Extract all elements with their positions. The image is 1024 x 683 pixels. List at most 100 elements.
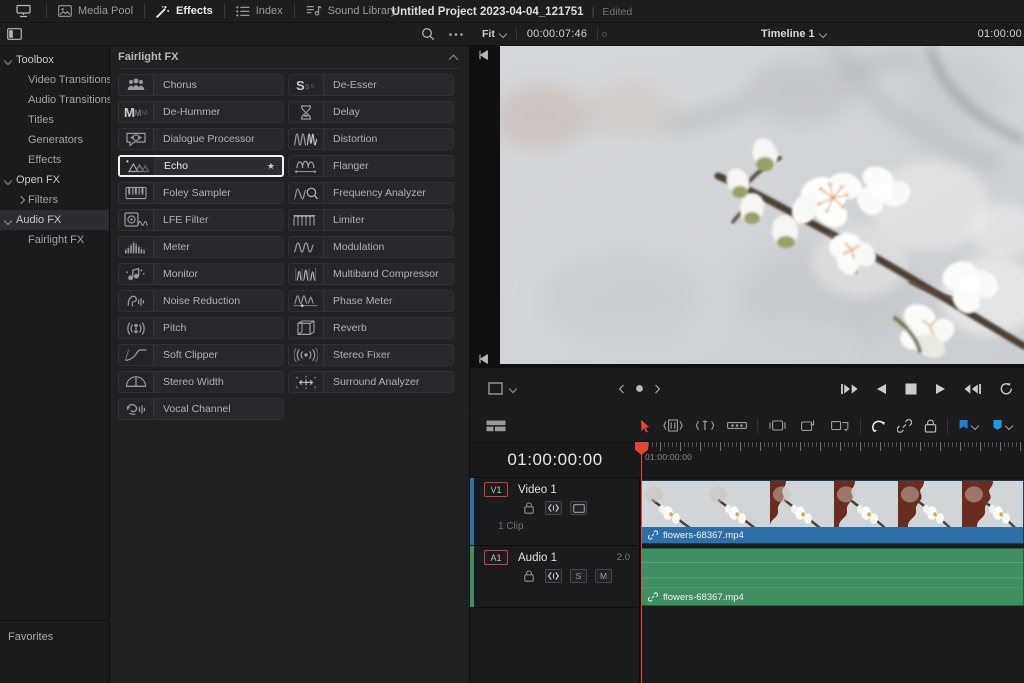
fx-item-flanger[interactable]: Flanger [288, 155, 454, 177]
mark-out-icon[interactable] [478, 354, 490, 364]
track-solo-button[interactable]: S [570, 569, 587, 583]
timeline-view-options-icon[interactable] [470, 420, 506, 432]
track-lock-button[interactable] [520, 569, 537, 583]
lock-icon[interactable] [924, 419, 937, 433]
fx-item-frequency-analyzer[interactable]: Frequency Analyzer [288, 182, 454, 204]
track-badge[interactable]: V1 [484, 482, 508, 497]
track-mute-button[interactable]: M [595, 569, 612, 583]
fx-item-modulation[interactable]: Modulation [288, 236, 454, 258]
chevron-down-icon[interactable] [0, 57, 16, 64]
tab-effects[interactable]: Effects [145, 0, 224, 23]
track-link-button[interactable] [545, 569, 562, 583]
mark-in-icon[interactable] [478, 50, 490, 60]
search-icon[interactable] [414, 23, 442, 46]
fx-item-vocal-channel[interactable]: Vocal Channel [118, 398, 284, 420]
fx-item-monitor[interactable]: Monitor [118, 263, 284, 285]
clip-name-bar[interactable]: flowers-68367.mp4 [642, 527, 1023, 543]
fx-item-noise-reduction[interactable]: Noise Reduction [118, 290, 284, 312]
fx-item-meter[interactable]: Meter [118, 236, 284, 258]
trim-edit-icon[interactable] [663, 419, 683, 432]
sidebar-item-fairlight-fx[interactable]: Fairlight FX [0, 230, 109, 250]
sidebar-item-open-fx[interactable]: Open FX [0, 170, 109, 190]
prev-keyframe-icon[interactable] [618, 384, 625, 394]
favorites-section[interactable]: Favorites [0, 620, 110, 683]
viewer-timecode[interactable]: 00:00:07:46 [517, 28, 597, 40]
fx-item-distortion[interactable]: Distortion [288, 128, 454, 150]
more-options-icon[interactable] [442, 23, 470, 46]
timeline-selector[interactable]: Timeline 1 [611, 28, 977, 40]
projector-icon[interactable] [0, 0, 46, 23]
timeline-clip[interactable]: flowers-68367.mp4 [641, 548, 1024, 606]
playhead[interactable] [635, 442, 648, 683]
fx-item-pitch[interactable]: Pitch [118, 317, 284, 339]
track-video-button[interactable] [570, 501, 587, 515]
fx-item-soft-clipper[interactable]: Soft Clipper [118, 344, 284, 366]
fx-item-dialogue-processor[interactable]: Dialogue Processor [118, 128, 284, 150]
jump-to-start-button[interactable] [841, 383, 858, 395]
link-icon[interactable] [897, 418, 912, 433]
sidebar-item-filters[interactable]: Filters [0, 190, 109, 210]
fx-item-delay[interactable]: Delay [288, 101, 454, 123]
blade-icon[interactable] [727, 420, 747, 431]
flag-button[interactable] [958, 419, 980, 433]
timeline-clip[interactable]: flowers-68367.mp4 [641, 480, 1024, 544]
fx-item-multiband-compressor[interactable]: Multiband Compressor [288, 263, 454, 285]
panel-layout-icon[interactable] [0, 23, 28, 46]
dynamic-trim-icon[interactable] [695, 419, 715, 432]
clip-name-bar[interactable]: flowers-68367.mp4 [642, 589, 1023, 605]
loop-button[interactable] [999, 382, 1014, 396]
fx-item-phase-meter[interactable]: Phase Meter [288, 290, 454, 312]
fx-item-stereo-width[interactable]: Stereo Width [118, 371, 284, 393]
track-name[interactable]: Video 1 [518, 484, 557, 496]
track-link-button[interactable] [545, 501, 562, 515]
zoom-fit-dropdown[interactable]: Fit [470, 28, 516, 40]
tab-index[interactable]: Index [225, 0, 294, 23]
fx-item-chorus[interactable]: Chorus [118, 74, 284, 96]
jump-to-end-button[interactable] [964, 383, 981, 395]
chevron-down-icon[interactable] [972, 422, 980, 430]
chevron-down-icon[interactable] [0, 217, 16, 224]
tab-media-pool[interactable]: Media Pool [47, 0, 144, 23]
sidebar-item-audio-fx[interactable]: Audio FX [0, 210, 109, 230]
timeline-timecode[interactable]: 01:00:00:00 [470, 442, 640, 478]
tab-sound-library[interactable]: Sound Library [295, 0, 408, 23]
favorite-star-icon[interactable]: ★ [267, 161, 275, 172]
chevron-right-icon[interactable] [12, 197, 28, 204]
next-keyframe-icon[interactable] [654, 384, 661, 394]
sidebar-item-effects[interactable]: Effects [0, 150, 109, 170]
magnet-icon[interactable] [871, 419, 885, 433]
chevron-down-icon[interactable] [0, 177, 16, 184]
track-channel-config[interactable]: 2.0 [617, 552, 640, 563]
marker-button[interactable] [992, 419, 1014, 433]
sidebar-item-toolbox[interactable]: Toolbox [0, 50, 109, 70]
timeline-tracks-area[interactable]: flowers-68367.mp4 flowers-68367.mp4 [640, 478, 1024, 683]
fx-item-limiter[interactable]: Limiter [288, 209, 454, 231]
chevron-up-icon[interactable] [450, 53, 459, 62]
fx-item-de-hummer[interactable]: M M M De-Hummer [118, 101, 284, 123]
overwrite-clip-icon[interactable] [799, 419, 818, 432]
fx-item-foley-sampler[interactable]: Foley Sampler [118, 182, 284, 204]
timeline-ruler-strip[interactable]: 01:00:00:00 [640, 442, 1024, 478]
fx-item-surround-analyzer[interactable]: Surround Analyzer [288, 371, 454, 393]
fx-panel-header[interactable]: Fairlight FX [110, 46, 469, 68]
fx-item-stereo-fixer[interactable]: Stereo Fixer [288, 344, 454, 366]
play-button[interactable] [935, 383, 946, 395]
fx-item-lfe-filter[interactable]: LFE Filter [118, 209, 284, 231]
track-lock-button[interactable] [520, 501, 537, 515]
fx-item-echo[interactable]: Echo ★ [118, 155, 284, 177]
keyframe-icon[interactable] [635, 384, 644, 393]
replace-clip-icon[interactable] [830, 419, 850, 432]
sidebar-item-audio-transitions[interactable]: Audio Transitions [0, 90, 112, 110]
fx-item-reverb[interactable]: Reverb [288, 317, 454, 339]
track-header-v1[interactable]: V1 Video 1 1 Clip [470, 478, 640, 546]
sidebar-item-video-transitions[interactable]: Video Transitions [0, 70, 112, 90]
track-badge[interactable]: A1 [484, 550, 508, 565]
sidebar-item-titles[interactable]: Titles [0, 110, 109, 130]
stop-button[interactable] [905, 383, 917, 395]
track-header-a1[interactable]: A1 Audio 1 2.0 S M [470, 546, 640, 608]
track-name[interactable]: Audio 1 [518, 552, 557, 564]
sidebar-item-generators[interactable]: Generators [0, 130, 109, 150]
insert-clip-icon[interactable] [768, 419, 787, 432]
chevron-down-icon[interactable] [510, 385, 518, 393]
chevron-down-icon[interactable] [1006, 422, 1014, 430]
